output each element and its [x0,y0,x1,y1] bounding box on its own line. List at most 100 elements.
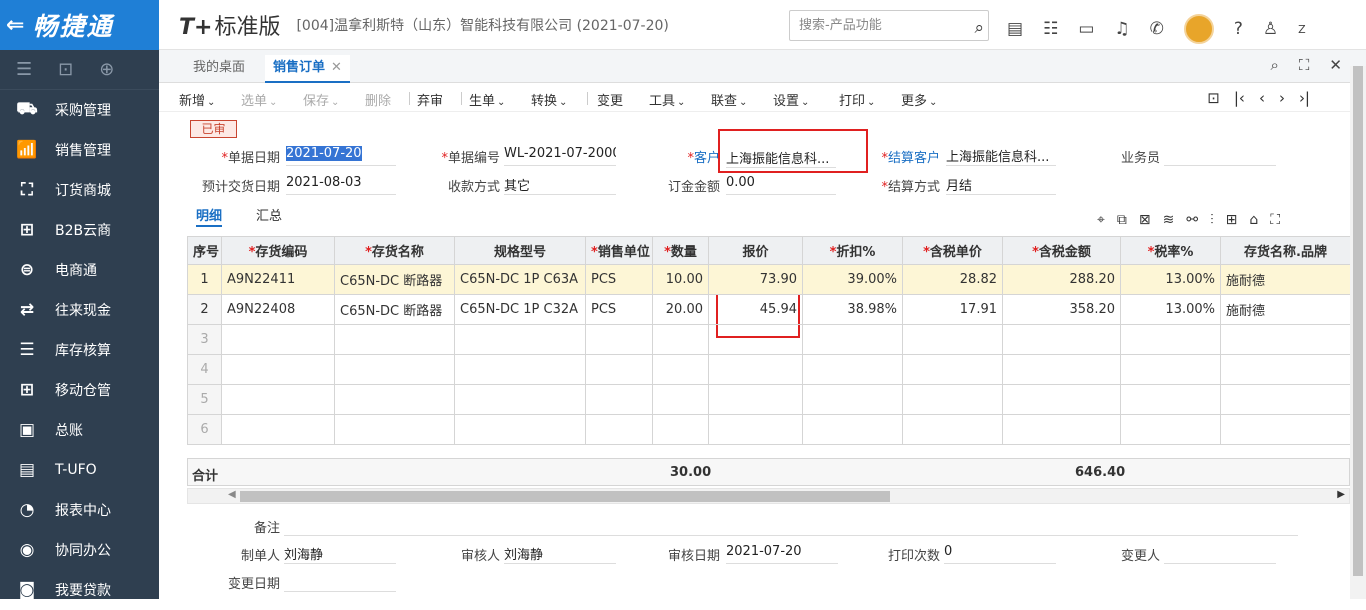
close-window-icon[interactable]: ✕ [1329,56,1342,74]
column-header[interactable]: 序号 [187,236,222,265]
table-row[interactable]: 4 [187,354,1351,385]
table-cell[interactable]: 38.98% [802,294,903,325]
delete-row-icon[interactable]: ⊠ [1139,212,1151,228]
table-cell[interactable]: 施耐德 [1220,264,1351,295]
sidebar-item-6[interactable]: ☰ 库存核算 [0,330,159,370]
search-doc-icon[interactable]: ⊡ [58,59,73,80]
search-icon[interactable]: ⌕ [1271,56,1279,74]
table-cell[interactable] [1002,414,1121,445]
sidebar-item-9[interactable]: ▤ T-UFO [0,450,159,490]
table-cell[interactable] [652,414,709,445]
logo[interactable]: ⇐ 畅捷通 [0,0,159,50]
table-cell[interactable]: 13.00% [1120,294,1221,325]
back-arrow-icon[interactable]: ⇐ [6,13,26,38]
table-cell[interactable]: C65N-DC 断路器 [334,294,455,325]
table-row[interactable]: 1 A9N22411 C65N-DC 断路器 C65N-DC 1P C63A PCS 10… [187,264,1351,295]
table-cell[interactable] [902,414,1003,445]
table-cell[interactable] [802,414,903,445]
table-cell[interactable] [802,384,903,415]
toolbar-button-0[interactable]: 新增 ⌄ [179,90,215,109]
sidebar-item-0[interactable]: ⛟ 采购管理 [0,90,159,130]
toolbar-button-9[interactable]: 联查 ⌄ [711,90,747,109]
delivery-date-field[interactable]: 2021-08-03 [286,175,396,195]
column-header[interactable]: *折扣% [802,236,903,265]
phone-icon[interactable]: ✆ [1150,19,1164,39]
table-cell[interactable] [334,384,455,415]
column-header[interactable]: *含税单价 [902,236,1003,265]
column-header[interactable]: *含税金额 [1002,236,1121,265]
sidebar-item-10[interactable]: ◔ 报表中心 [0,490,159,530]
table-cell[interactable] [1002,354,1121,385]
table-cell[interactable]: 39.00% [802,264,903,295]
toolbar-button-3[interactable]: 删除 [365,90,391,109]
tab-sales-order[interactable]: 销售订单 ✕ [265,55,350,83]
sidebar-item-1[interactable]: 📶 销售管理 [0,130,159,170]
settle-customer-field[interactable]: 上海振能信息科... [946,146,1056,166]
table-cell[interactable]: 13.00% [1120,264,1221,295]
doc-date-field[interactable]: 2021-07-20 [286,146,396,166]
prev-record-icon[interactable]: ‹ [1259,89,1265,107]
vertical-scroll-thumb[interactable] [1353,66,1363,576]
task-list-icon[interactable]: ☷ [1043,19,1058,39]
sidebar-item-5[interactable]: ⇄ 往来现金 [0,290,159,330]
table-cell[interactable] [1220,324,1351,355]
sidebar-item-7[interactable]: ⊞ 移动仓管 [0,370,159,410]
bell-icon[interactable]: ♫ [1114,19,1129,39]
table-cell[interactable]: 73.90 [708,264,803,295]
table-cell[interactable]: 10.00 [652,264,709,295]
table-cell[interactable]: 17.91 [902,294,1003,325]
column-header[interactable]: *数量 [652,236,709,265]
remark-field[interactable] [284,516,1298,536]
table-cell[interactable] [585,384,653,415]
deposit-field[interactable]: 0.00 [726,175,836,195]
table-cell[interactable] [585,354,653,385]
toolbar-button-12[interactable]: 更多 ⌄ [901,90,937,109]
table-cell[interactable]: 28.82 [902,264,1003,295]
subtab-summary[interactable]: 汇总 [256,205,282,224]
scroll-right-icon[interactable]: ▶ [1337,489,1345,500]
table-cell[interactable] [1220,354,1351,385]
toolbar-button-7[interactable]: 变更 [597,90,623,109]
column-header[interactable]: *销售单位 [585,236,653,265]
table-cell[interactable] [1120,414,1221,445]
message-icon[interactable]: ▭ [1078,19,1094,39]
fullscreen-icon[interactable]: ⛶ [1299,56,1310,74]
table-cell[interactable] [221,414,335,445]
table-row[interactable]: 6 [187,414,1351,445]
table-cell[interactable] [221,384,335,415]
expand-icon[interactable]: ⛶ [1270,212,1280,228]
column-header[interactable]: *税率% [1120,236,1221,265]
sidebar-item-8[interactable]: ▣ 总账 [0,410,159,450]
add-doc-icon[interactable]: ⊕ [99,59,114,80]
scroll-left-icon[interactable]: ◀ [228,489,236,500]
toolbar-button-5[interactable]: 生单 ⌄ [469,90,505,109]
table-row[interactable]: 5 [187,384,1351,415]
calculator-icon[interactable]: ▤ [1007,19,1023,39]
stats-icon[interactable]: ⫶ [1210,212,1214,228]
table-cell[interactable] [334,324,455,355]
first-record-icon[interactable]: |‹ [1234,89,1245,107]
sort-icon[interactable]: ≋ [1163,212,1175,228]
toolbar-button-1[interactable]: 选单 ⌄ [241,90,277,109]
table-cell[interactable]: 45.94 [708,294,803,325]
table-cell[interactable]: PCS [585,264,653,295]
table-cell[interactable]: 288.20 [1002,264,1121,295]
table-cell[interactable] [902,384,1003,415]
search-input[interactable]: 搜索-产品功能 ⌕ [789,10,989,41]
table-cell[interactable] [1120,354,1221,385]
location-icon[interactable]: ⌖ [1097,212,1105,228]
table-cell[interactable] [454,414,586,445]
close-icon[interactable]: ✕ [331,60,342,75]
tab-desktop[interactable]: 我的桌面 [185,55,253,83]
toolbar-button-10[interactable]: 设置 ⌄ [773,90,809,109]
column-header[interactable]: 规格型号 [454,236,586,265]
table-cell[interactable] [454,354,586,385]
table-cell[interactable] [334,354,455,385]
table-cell[interactable] [1120,324,1221,355]
table-cell[interactable] [652,384,709,415]
subtab-detail[interactable]: 明细 [196,205,223,227]
menu-icon[interactable]: ☰ [16,59,32,80]
table-cell[interactable]: PCS [585,294,653,325]
table-cell[interactable]: C65N-DC 1P C63A [454,264,586,295]
sidebar-item-2[interactable]: ⛶ 订货商城 [0,170,159,210]
